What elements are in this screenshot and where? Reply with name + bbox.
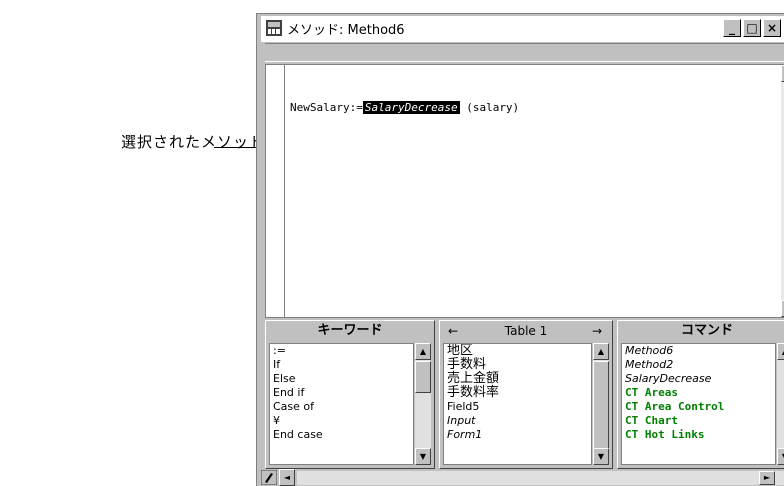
tables-title: Table 1 [504,324,548,338]
scroll-up-icon[interactable]: ▲ [777,343,784,360]
list-item[interactable]: SalaryDecrease [622,372,775,386]
list-item[interactable]: CT Chart [622,414,775,428]
list-item[interactable]: Else [270,372,413,386]
list-item[interactable]: CT Area Control [622,400,775,414]
list-item[interactable]: Method2 [622,358,775,372]
scroll-thumb[interactable] [415,361,431,393]
keywords-scrollbar[interactable]: ▲ ▼ [415,343,431,465]
status-bar: ◄ ► [257,469,784,486]
minimize-button[interactable]: _ [723,19,741,37]
keywords-list[interactable]: := If Else End if Case of ¥ End case [269,343,414,465]
list-item[interactable]: := [270,344,413,358]
commands-scrollbar[interactable]: ▲ ▼ [777,343,784,465]
maximize-button[interactable]: □ [743,19,761,37]
code-suffix: (salary) [459,101,520,114]
code-line[interactable]: NewSalary:= SalaryDecrease (salary) [290,101,519,114]
list-item[interactable]: 地区 [444,344,591,358]
scroll-left-icon[interactable]: ◄ [279,469,295,486]
list-item[interactable]: End if [270,386,413,400]
code-prefix: NewSalary:= [290,101,363,114]
commands-list[interactable]: Method6 Method2 SalaryDecrease CT Areas … [621,343,776,465]
list-item[interactable]: 売上金額 [444,372,591,386]
window-title: メソッド: Method6 [287,23,405,38]
tables-panel: ← Table 1 → 地区 手数料 売上金額 手数料率 Field5 Inpu… [439,320,613,469]
scroll-right-icon[interactable]: ► [759,471,775,485]
code-editor[interactable]: NewSalary:=SalaryDecrease (salary) ▲ ▼ [265,64,784,318]
commands-panel: コマンド Method6 Method2 SalaryDecrease CT A… [617,320,784,469]
list-item[interactable]: If [270,358,413,372]
fields-scrollbar[interactable]: ▲ ▼ [593,343,609,465]
scroll-down-icon[interactable]: ▼ [415,448,431,465]
selected-method[interactable]: SalaryDecrease [362,101,460,114]
horizontal-scrollbar[interactable]: ► [297,471,784,485]
list-item[interactable]: CT Areas [622,386,775,400]
list-item[interactable]: Method6 [622,344,775,358]
toolbar [265,43,784,62]
list-item[interactable]: Form1 [444,428,591,442]
keywords-panel: キーワード := If Else End if Case of ¥ End ca… [265,320,435,469]
scroll-down-icon[interactable]: ▼ [777,448,784,465]
close-button[interactable]: × [763,19,781,37]
scroll-up-icon[interactable]: ▲ [415,343,431,360]
list-item[interactable]: 手数料率 [444,386,591,400]
method-window-icon [266,20,282,36]
callout-label: 選択されたメソッド [121,133,266,151]
previous-table-arrow-icon[interactable]: ← [448,321,458,341]
scroll-thumb[interactable] [593,361,609,451]
keywords-title: キーワード [317,323,383,338]
fields-list[interactable]: 地区 手数料 売上金額 手数料率 Field5 Input Form1 [443,343,592,465]
list-item[interactable]: Input [444,414,591,428]
list-item[interactable]: 手数料 [444,358,591,372]
editor-gutter [284,65,285,317]
commands-title: コマンド [680,323,733,338]
list-item[interactable]: Case of [270,400,413,414]
method-editor-window: メソッド: Method6 _ □ × NewSalary:= SalaryDec… [256,13,784,486]
pencil-icon[interactable] [261,470,277,485]
list-item[interactable]: End case [270,428,413,442]
list-item[interactable]: CT Hot Links [622,428,775,442]
title-bar[interactable]: メソッド: Method6 _ □ × [261,16,784,42]
list-item[interactable]: ¥ [270,414,413,428]
next-table-arrow-icon[interactable]: → [592,321,602,341]
tables-header: ← Table 1 → [440,321,612,341]
list-item[interactable]: Field5 [444,400,591,414]
scroll-down-icon[interactable]: ▼ [593,448,609,465]
scroll-up-icon[interactable]: ▲ [593,343,609,360]
